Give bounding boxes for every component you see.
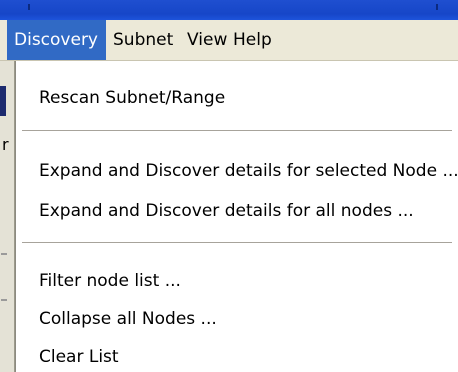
menu-discovery[interactable]: Discovery <box>7 20 106 60</box>
menu-item-expand-selected-node[interactable]: Expand and Discover details for selected… <box>16 154 458 188</box>
screen: Discovery Subnet View Help r Rescan Subn… <box>0 0 458 372</box>
title-bar <box>0 0 458 20</box>
discovery-dropdown-menu: Rescan Subnet/Range Expand and Discover … <box>15 61 458 372</box>
background-window-tick <box>1 253 7 255</box>
menu-subnet[interactable]: Subnet <box>106 20 180 60</box>
titlebar-mark <box>28 4 30 10</box>
background-window-block <box>0 86 6 116</box>
menu-item-clear-list[interactable]: Clear List <box>16 340 458 372</box>
menu-item-collapse-all-nodes[interactable]: Collapse all Nodes ... <box>16 302 458 336</box>
menu-bar: Discovery Subnet View Help <box>0 20 458 61</box>
menu-separator <box>22 242 452 244</box>
background-window-glyph: r <box>2 135 9 154</box>
background-window-edge: r <box>0 61 15 372</box>
menu-separator <box>22 130 452 132</box>
menu-item-expand-all-nodes[interactable]: Expand and Discover details for all node… <box>16 194 458 228</box>
menu-item-rescan-subnet[interactable]: Rescan Subnet/Range <box>16 81 458 115</box>
background-window-tick <box>1 299 7 301</box>
menu-help[interactable]: Help <box>226 20 279 60</box>
titlebar-mark <box>436 4 438 10</box>
menu-item-filter-node-list[interactable]: Filter node list ... <box>16 264 458 298</box>
